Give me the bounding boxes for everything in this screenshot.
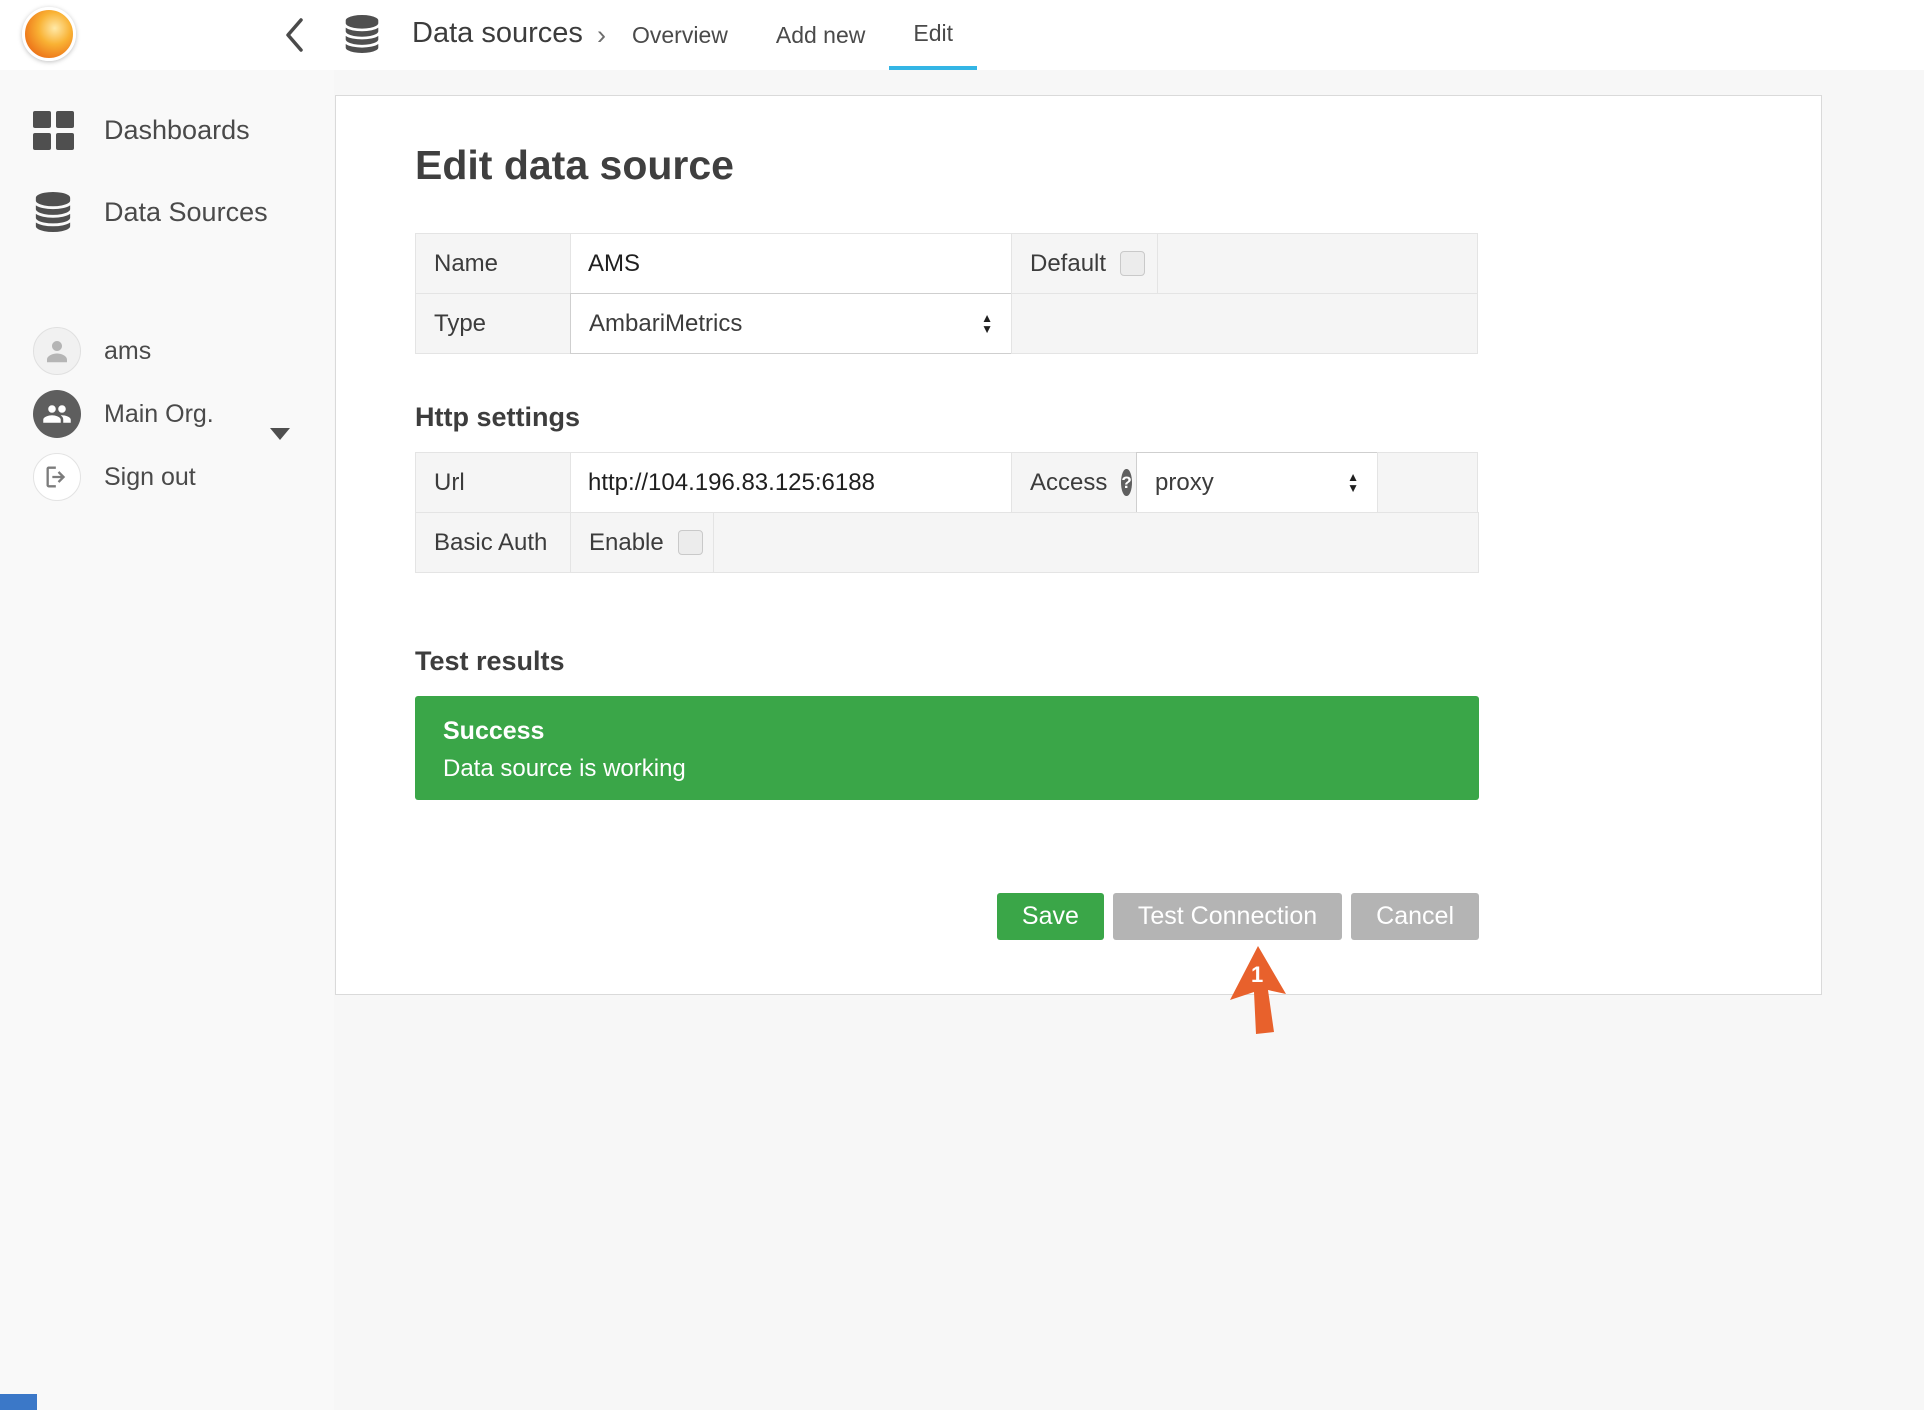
- basic-auth-enable-cell: Enable: [570, 512, 714, 573]
- row-filler: [713, 512, 1479, 573]
- annotation-number: 1: [1251, 962, 1263, 987]
- enable-label: Enable: [589, 529, 664, 557]
- url-field-cell: [570, 452, 1012, 513]
- sidebar-item-label: Dashboards: [104, 115, 250, 146]
- app-screen: Data sources › Overview Add new Edit Das…: [0, 0, 1924, 1410]
- default-label: Default: [1030, 250, 1106, 278]
- cancel-button[interactable]: Cancel: [1351, 893, 1479, 940]
- breadcrumb-title[interactable]: Data sources: [412, 17, 583, 50]
- annotation-arrow-icon: 1: [1224, 944, 1294, 1040]
- sidebar-org-switcher[interactable]: Main Org.: [33, 390, 214, 438]
- test-results-title: Test results: [415, 646, 565, 677]
- sidebar-item-dashboards[interactable]: Dashboards: [33, 106, 250, 154]
- grafana-logo-icon[interactable]: [22, 7, 76, 61]
- bottom-left-artifact: [0, 1394, 37, 1410]
- dashboards-grid-icon: [33, 111, 81, 150]
- row-filler: [1157, 233, 1478, 294]
- type-select-value: AmbariMetrics: [589, 310, 742, 338]
- org-caret-down-icon[interactable]: [270, 428, 290, 440]
- basic-auth-label: Basic Auth: [415, 512, 571, 573]
- form-actions: Save Test Connection Cancel: [415, 893, 1479, 940]
- tab-add-new[interactable]: Add new: [752, 0, 890, 70]
- http-settings-title: Http settings: [415, 402, 580, 433]
- user-name: ams: [104, 337, 151, 366]
- datasource-breadcrumb-icon: [343, 13, 381, 55]
- sidebar-item-data-sources[interactable]: Data Sources: [33, 188, 268, 236]
- user-avatar-icon: [33, 327, 81, 375]
- save-button[interactable]: Save: [997, 893, 1104, 940]
- name-field-cell: [570, 233, 1012, 294]
- test-connection-button[interactable]: Test Connection: [1113, 893, 1342, 940]
- header-tabs: Overview Add new Edit: [608, 0, 977, 70]
- access-help-icon[interactable]: ?: [1121, 469, 1131, 496]
- sidebar: Dashboards Data Sources ams: [0, 70, 334, 1410]
- row-filler: [1377, 452, 1478, 513]
- org-name: Main Org.: [104, 400, 214, 429]
- access-select[interactable]: proxy ▲▼: [1136, 452, 1378, 513]
- top-header: Data sources › Overview Add new Edit: [0, 0, 1924, 70]
- sidebar-user[interactable]: ams: [33, 327, 151, 375]
- sidebar-sign-out[interactable]: Sign out: [33, 453, 196, 501]
- http-settings-form: Url Access ? proxy ▲▼ Basic Auth Enable: [415, 452, 1479, 573]
- type-label: Type: [415, 293, 571, 354]
- back-chevron-icon[interactable]: [283, 17, 305, 53]
- datasource-basic-form: Name Default Type AmbariMetrics ▲▼: [415, 233, 1478, 354]
- sidebar-item-label: Data Sources: [104, 197, 268, 228]
- type-select[interactable]: AmbariMetrics ▲▼: [570, 293, 1012, 354]
- success-alert: Success Data source is working: [415, 696, 1479, 800]
- basic-auth-checkbox[interactable]: [678, 530, 703, 555]
- access-select-value: proxy: [1155, 469, 1214, 497]
- breadcrumb-separator: ›: [597, 20, 606, 51]
- name-label: Name: [415, 233, 571, 294]
- sign-out-icon: [33, 453, 81, 501]
- select-arrows-icon: ▲▼: [1347, 472, 1359, 494]
- url-label: Url: [415, 452, 571, 513]
- success-alert-status: Success: [443, 717, 1451, 746]
- page-title: Edit data source: [415, 142, 734, 189]
- access-cell: Access ?: [1011, 452, 1137, 513]
- row-filler: [1011, 293, 1478, 354]
- tab-edit[interactable]: Edit: [889, 0, 977, 70]
- name-input[interactable]: [571, 234, 1011, 293]
- default-checkbox[interactable]: [1120, 251, 1145, 276]
- default-cell: Default: [1011, 233, 1158, 294]
- select-arrows-icon: ▲▼: [981, 313, 993, 335]
- org-users-icon: [33, 390, 81, 438]
- access-label: Access: [1030, 469, 1107, 497]
- success-alert-message: Data source is working: [443, 755, 1451, 783]
- database-icon: [33, 190, 81, 234]
- url-input[interactable]: [571, 453, 1011, 512]
- sign-out-label: Sign out: [104, 463, 196, 492]
- tab-overview[interactable]: Overview: [608, 0, 752, 70]
- edit-datasource-panel: Edit data source Name Default Type Ambar…: [335, 95, 1822, 995]
